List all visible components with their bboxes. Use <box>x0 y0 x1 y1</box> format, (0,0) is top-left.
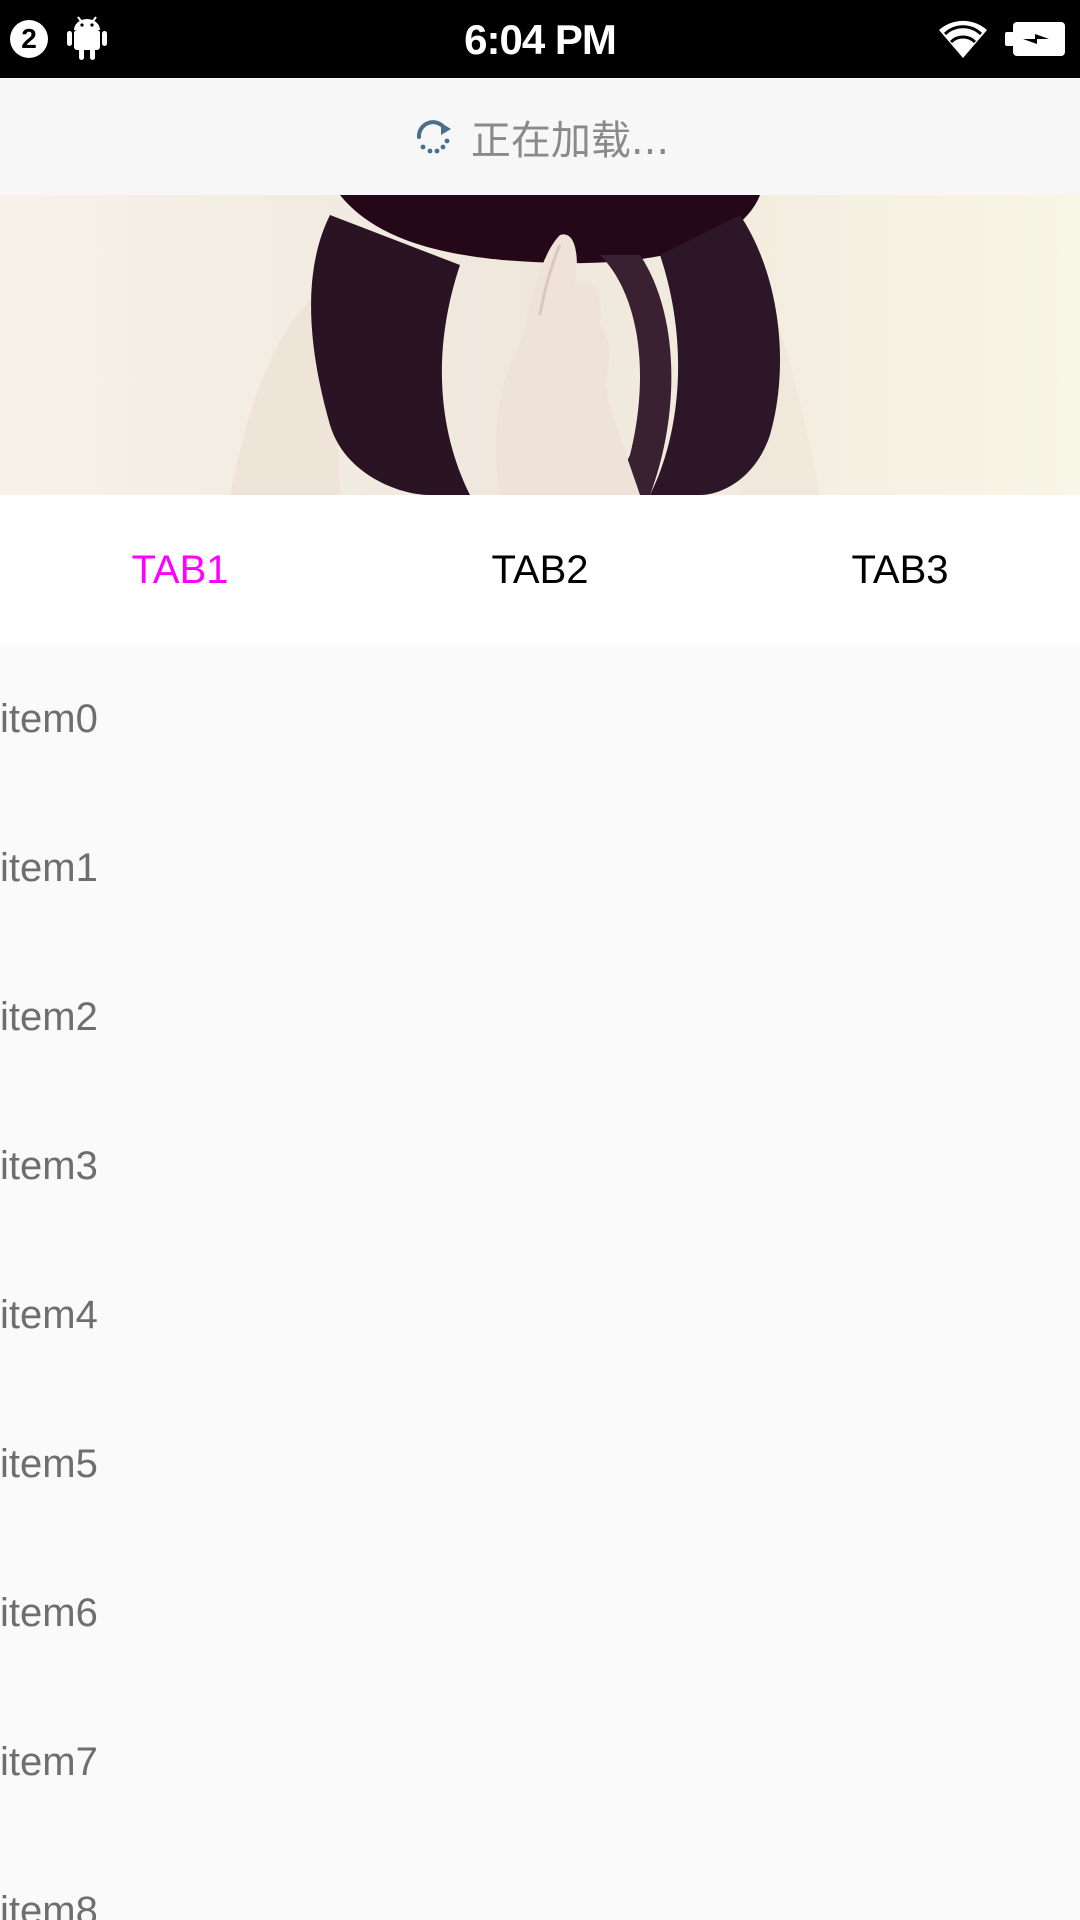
list-item[interactable]: item1 <box>0 794 1080 943</box>
list-item[interactable]: item5 <box>0 1390 1080 1539</box>
banner-photo <box>0 195 1080 495</box>
tab-bar: TAB1 TAB2 TAB3 <box>0 495 1080 645</box>
list-item[interactable]: item4 <box>0 1241 1080 1390</box>
tab-2[interactable]: TAB2 <box>360 495 720 645</box>
clock: 6:04 PM <box>464 16 617 63</box>
refresh-icon <box>416 119 451 153</box>
banner-image <box>0 195 1080 495</box>
list-item[interactable]: item2 <box>0 943 1080 1092</box>
status-bar: 2 6:04 PM <box>0 0 1080 78</box>
wifi-icon <box>939 20 987 58</box>
list-item[interactable]: item8 <box>0 1837 1080 1920</box>
tab-1[interactable]: TAB1 <box>0 495 360 645</box>
battery-charging-icon <box>1005 22 1065 56</box>
loading-text: 正在加载... <box>470 117 670 164</box>
item-list[interactable]: item0 item1 item2 item3 item4 item5 item… <box>0 645 1080 1920</box>
refresh-header: 正在加载... <box>0 78 1080 195</box>
list-item[interactable]: item7 <box>0 1688 1080 1837</box>
tab-3[interactable]: TAB3 <box>720 495 1080 645</box>
list-item[interactable]: item6 <box>0 1539 1080 1688</box>
list-item[interactable]: item0 <box>0 645 1080 794</box>
list-item[interactable]: item3 <box>0 1092 1080 1241</box>
